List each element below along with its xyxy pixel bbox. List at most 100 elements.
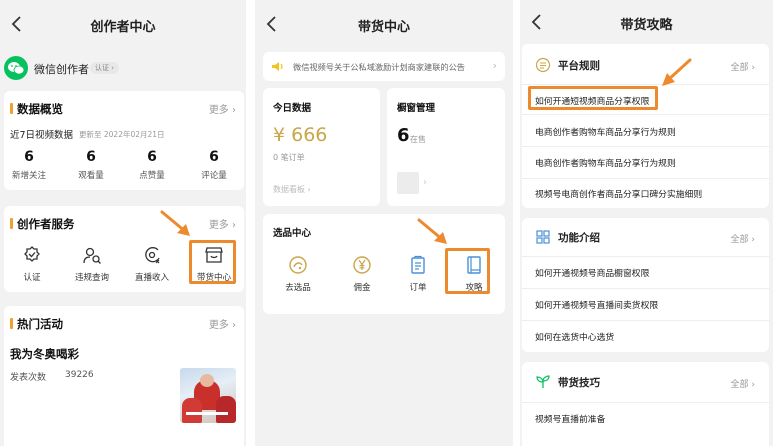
- person-search-icon: [81, 244, 103, 266]
- hot-activities-card: 热门活动 更多 › 我为冬奥喝彩 发表次数 39226: [4, 306, 244, 446]
- yen-icon: [351, 254, 373, 276]
- guide-section-platform-rules: 平台规则 全部 › 如何开通短视频商品分享权限 电商创作者购物车商品分享行为规则…: [522, 44, 769, 208]
- selection-center-card: 选品中心 去选品 佣金 订单 攻略: [263, 214, 505, 314]
- account-name: 微信创作者: [34, 63, 89, 76]
- selection-label: 佣金: [353, 283, 371, 293]
- service-commerce-center[interactable]: 带货中心: [188, 244, 240, 283]
- verify-icon: [21, 244, 43, 266]
- divider: [522, 256, 769, 257]
- section-title-label: 功能介绍: [558, 231, 600, 244]
- wechat-logo-icon: [4, 56, 28, 80]
- select-products-button[interactable]: 去选品: [272, 254, 324, 293]
- divider: [522, 146, 769, 147]
- activity-title[interactable]: 我为冬奥喝彩: [10, 346, 79, 362]
- commission-button[interactable]: 佣金: [336, 254, 388, 293]
- article-link[interactable]: 如何开通视频号直播间卖货权限: [535, 298, 658, 311]
- guide-book-icon: [463, 254, 485, 276]
- post-count-label: 发表次数: [10, 373, 47, 383]
- order-icon: [407, 254, 429, 276]
- divider: [522, 84, 769, 85]
- section-title: 功能介绍: [535, 229, 600, 245]
- stat-label: 新增关注: [11, 171, 46, 181]
- divider: [522, 288, 769, 289]
- today-gmv: ¥ 666: [273, 124, 328, 146]
- section-title: 带货技巧: [535, 374, 600, 390]
- divider: [522, 114, 769, 115]
- stat-value: 6: [147, 149, 157, 165]
- creator-center-screen: 创作者中心 微信创作者 认证 › 数据概览 更多 › 近7日视频数据 更新至 2…: [0, 0, 246, 446]
- service-label: 带货中心: [196, 273, 231, 283]
- creator-header: 创作者中心: [0, 0, 246, 48]
- stat-likes[interactable]: 6 点赞量: [127, 149, 177, 181]
- service-verify[interactable]: 认证: [6, 244, 58, 283]
- page-title: 创作者中心: [90, 20, 156, 35]
- orders-button[interactable]: 订单: [392, 254, 444, 293]
- service-label: 认证: [23, 273, 41, 283]
- hot-activities-title: 热门活动: [10, 316, 63, 332]
- services-more-link[interactable]: 更多 ›: [209, 216, 236, 231]
- section-title-label: 平台规则: [558, 59, 600, 72]
- guide-section-tips: 带货技巧 全部 › 视频号直播前准备: [522, 362, 769, 446]
- stat-views[interactable]: 6 观看量: [66, 149, 116, 181]
- article-link[interactable]: 如何在选货中心选货: [535, 330, 614, 343]
- commerce-guide-screen: 带货攻略 平台规则 全部 › 如何开通短视频商品分享权限 电商创作者购物车商品分…: [520, 0, 773, 446]
- notice-bar[interactable]: 微信视频号关于公私域激励计划商家建联的公告 ›: [263, 52, 505, 81]
- service-label: 直播收入: [134, 273, 169, 283]
- view-all-link[interactable]: 全部 ›: [731, 60, 755, 73]
- more-label: 更多: [208, 220, 229, 231]
- stat-value: 6: [24, 149, 34, 165]
- service-label: 违规查询: [74, 273, 109, 283]
- view-all-label: 全部: [730, 380, 749, 390]
- activities-more-link[interactable]: 更多 ›: [209, 316, 236, 331]
- verified-badge[interactable]: 认证 ›: [90, 62, 120, 74]
- divider: [522, 178, 769, 179]
- article-link[interactable]: 视频号电商创作者商品分享口碑分实施细则: [535, 187, 702, 200]
- creator-services-card: 创作者服务 更多 › 认证 违规查询 直播收入 带货中心: [4, 206, 244, 292]
- today-data-card[interactable]: 今日数据 ¥ 666 0 笔订单 数据看板 ›: [263, 88, 380, 206]
- article-link[interactable]: 如何开通视频号商品橱窗权限: [535, 266, 649, 279]
- speaker-icon: [272, 62, 283, 71]
- selection-label: 订单: [409, 283, 427, 293]
- showcase-count: 6: [397, 125, 410, 146]
- view-all-link[interactable]: 全部 ›: [731, 377, 755, 390]
- dashboard-label: 数据看板: [273, 185, 305, 194]
- service-live-income[interactable]: 直播收入: [126, 244, 178, 283]
- showcase-title: 橱窗管理: [397, 103, 436, 114]
- stat-label: 观看量: [78, 171, 104, 181]
- stat-comments[interactable]: 6 评论量: [189, 149, 239, 181]
- stat-new-followers[interactable]: 6 新增关注: [4, 149, 54, 181]
- more-label: 更多: [208, 320, 229, 331]
- product-thumbnail[interactable]: [397, 172, 419, 194]
- service-violation-query[interactable]: 违规查询: [66, 244, 118, 283]
- commerce-header: 带货中心: [255, 0, 513, 48]
- today-orders: 0 笔订单: [273, 153, 305, 162]
- post-count-value: 39226: [65, 370, 94, 380]
- dashboard-link[interactable]: 数据看板 ›: [273, 184, 311, 195]
- article-link[interactable]: 视频号直播前准备: [535, 412, 605, 425]
- stat-value: 6: [209, 149, 219, 165]
- guide-button[interactable]: 攻略: [448, 254, 500, 293]
- section-title: 平台规则: [535, 57, 600, 73]
- selection-label: 去选品: [285, 283, 311, 293]
- view-all-link[interactable]: 全部 ›: [731, 232, 755, 245]
- showcase-card[interactable]: 橱窗管理 6 在售 ›: [387, 88, 505, 206]
- guide-section-features: 功能介绍 全部 › 如何开通视频号商品橱窗权限 如何开通视频号直播间卖货权限 如…: [522, 218, 769, 352]
- live-income-icon: [141, 244, 163, 266]
- article-link[interactable]: 电商创作者购物车商品分享行为规则: [535, 125, 676, 138]
- data-overview-more-link[interactable]: 更多 ›: [209, 101, 236, 116]
- stat-label: 评论量: [201, 171, 227, 181]
- chevron-right-icon: ›: [492, 59, 497, 72]
- article-link[interactable]: 电商创作者购物车商品分享行为规则: [535, 156, 676, 169]
- data-overview-title: 数据概览: [10, 101, 63, 117]
- guide-header: 带货攻略: [520, 0, 773, 48]
- store-icon: [203, 244, 225, 266]
- stat-label: 点赞量: [139, 171, 165, 181]
- page-title: 带货攻略: [620, 18, 673, 33]
- divider: [522, 402, 769, 403]
- article-link[interactable]: 如何开通短视频商品分享权限: [535, 94, 649, 107]
- more-label: 更多: [208, 105, 229, 116]
- selection-label: 攻略: [465, 283, 483, 293]
- notice-text: 微信视频号关于公私域激励计划商家建联的公告: [293, 62, 465, 72]
- activity-cover-image[interactable]: [180, 368, 236, 423]
- verified-badge-label: 认证: [95, 64, 109, 72]
